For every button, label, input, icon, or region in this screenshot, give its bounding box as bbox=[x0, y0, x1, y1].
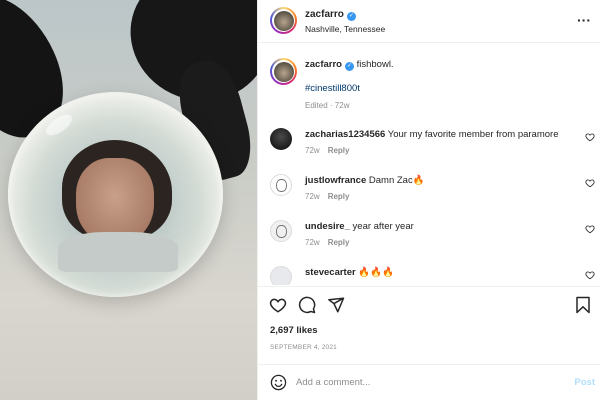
caption-text-row: zacfarro ✓ fishbowl. bbox=[305, 59, 394, 71]
comment-text-row: zacharias1234566 Your my favorite member… bbox=[305, 129, 558, 141]
comment-text-row: undesire_ year after year bbox=[305, 221, 414, 233]
comment-text: year after year bbox=[352, 221, 414, 232]
post-date: SEPTEMBER 4, 2021 bbox=[270, 344, 337, 351]
author-username-row[interactable]: zacfarro ✓ bbox=[305, 9, 356, 21]
comment-item: zacharias1234566 Your my favorite member… bbox=[270, 126, 595, 160]
caption-meta: Edited · 72w bbox=[305, 101, 350, 110]
reply-button[interactable]: Reply bbox=[328, 238, 350, 247]
comment-meta: 72w Reply bbox=[305, 238, 349, 247]
comment-text-row: stevecarter 🔥🔥🔥 bbox=[305, 267, 394, 279]
comment-age: 72w bbox=[305, 238, 320, 247]
comment-like-heart-icon[interactable] bbox=[585, 132, 595, 142]
caption-author-avatar[interactable] bbox=[270, 58, 297, 85]
comment-text-row: justlowfrance Damn Zac🔥 bbox=[305, 175, 425, 187]
comment-username[interactable]: stevecarter bbox=[305, 267, 356, 278]
emoji-icon[interactable] bbox=[270, 374, 287, 391]
more-options-icon[interactable]: ··· bbox=[577, 12, 591, 28]
post-header: zacfarro ✓ Nashville, Tennessee ··· bbox=[258, 0, 600, 43]
comments-feed[interactable]: zacfarro ✓ fishbowl. #cinestill800t Edite… bbox=[258, 44, 600, 285]
comment-item: undesire_ year after year 72w Reply bbox=[270, 218, 595, 252]
author-username[interactable]: zacfarro bbox=[305, 9, 344, 20]
instagram-post-view: zacfarro ✓ Nashville, Tennessee ··· zacfa… bbox=[0, 0, 600, 400]
verified-badge-icon: ✓ bbox=[344, 62, 354, 71]
comment-like-heart-icon[interactable] bbox=[585, 270, 595, 280]
comment-meta: 72w Reply bbox=[305, 192, 349, 201]
heart-icon[interactable] bbox=[269, 296, 287, 314]
comment-age: 72w bbox=[305, 146, 320, 155]
comment-text: Damn Zac🔥 bbox=[368, 175, 425, 186]
comment-username[interactable]: zacharias1234566 bbox=[305, 129, 385, 140]
comment-username[interactable]: undesire_ bbox=[305, 221, 350, 232]
post-location[interactable]: Nashville, Tennessee bbox=[305, 24, 385, 34]
comment-text: Your my favorite member from paramore bbox=[387, 129, 559, 140]
reply-button[interactable]: Reply bbox=[328, 146, 350, 155]
comment-like-heart-icon[interactable] bbox=[585, 224, 595, 234]
commenter-avatar[interactable] bbox=[270, 174, 292, 196]
comment-composer: Post bbox=[258, 364, 600, 400]
likes-count[interactable]: 2,697 likes bbox=[270, 325, 318, 336]
comment-item: stevecarter 🔥🔥🔥 bbox=[270, 264, 595, 285]
commenter-avatar[interactable] bbox=[270, 266, 292, 285]
caption-username[interactable]: zacfarro bbox=[305, 59, 342, 70]
commenter-avatar[interactable] bbox=[270, 128, 292, 150]
post-photo[interactable] bbox=[0, 0, 257, 400]
comment-input[interactable] bbox=[296, 373, 546, 391]
bookmark-icon[interactable] bbox=[575, 296, 591, 314]
caption-text: fishbowl. bbox=[356, 59, 394, 70]
paper-plane-icon[interactable] bbox=[327, 296, 345, 314]
verified-badge-icon: ✓ bbox=[346, 12, 356, 21]
comment-age: 72w bbox=[305, 192, 320, 201]
comment-text: 🔥🔥🔥 bbox=[358, 267, 394, 278]
caption-hashtag[interactable]: #cinestill800t bbox=[305, 83, 360, 94]
comment-meta: 72w Reply bbox=[305, 146, 349, 155]
commenter-avatar[interactable] bbox=[270, 220, 292, 242]
comment-username[interactable]: justlowfrance bbox=[305, 175, 366, 186]
post-action-bar bbox=[258, 286, 600, 326]
comment-icon[interactable] bbox=[298, 296, 316, 314]
comment-item: justlowfrance Damn Zac🔥 72w Reply bbox=[270, 172, 595, 206]
author-avatar[interactable] bbox=[270, 7, 297, 34]
reply-button[interactable]: Reply bbox=[328, 192, 350, 201]
comment-like-heart-icon[interactable] bbox=[585, 178, 595, 188]
caption-item: zacfarro ✓ fishbowl. #cinestill800t Edite… bbox=[270, 44, 595, 114]
post-side-panel: zacfarro ✓ Nashville, Tennessee ··· zacfa… bbox=[257, 0, 600, 400]
post-comment-button[interactable]: Post bbox=[574, 377, 595, 388]
photo-reflection-shirt bbox=[58, 232, 178, 272]
